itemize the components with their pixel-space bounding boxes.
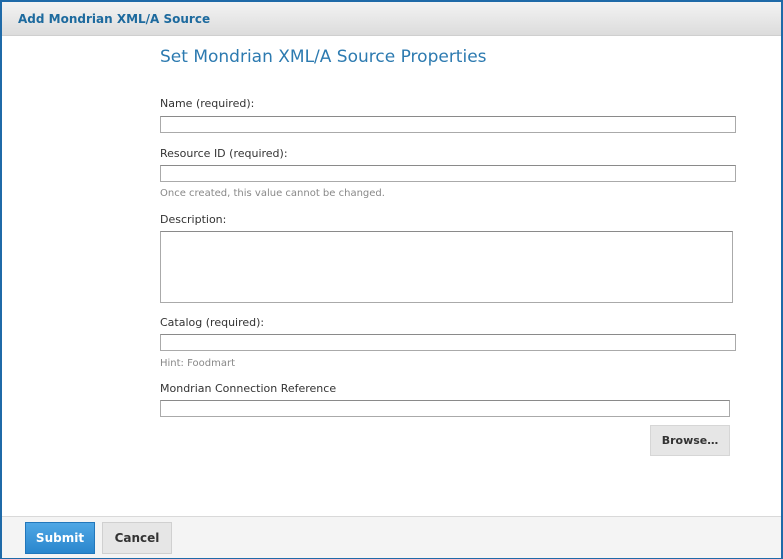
name-label: Name (required): [160, 97, 255, 110]
catalog-label: Catalog (required): [160, 316, 265, 329]
connection-ref-label: Mondrian Connection Reference [160, 382, 337, 395]
resource-id-hint: Once created, this value cannot be chang… [160, 188, 385, 199]
cancel-button[interactable]: Cancel [102, 522, 172, 554]
catalog-input[interactable] [160, 334, 736, 351]
browse-button[interactable]: Browse… [650, 425, 730, 456]
connection-ref-input[interactable] [160, 400, 730, 417]
resource-id-input[interactable] [160, 165, 736, 182]
name-input[interactable] [160, 116, 736, 133]
dialog-footer: Submit Cancel [2, 516, 781, 558]
description-label: Description: [160, 213, 227, 226]
dialog-titlebar: Add Mondrian XML/A Source [2, 2, 781, 36]
dialog-title: Add Mondrian XML/A Source [18, 12, 211, 26]
submit-button[interactable]: Submit [25, 522, 95, 554]
form-heading: Set Mondrian XML/A Source Properties [160, 47, 487, 67]
dialog-window: Add Mondrian XML/A Source Set Mondrian X… [0, 0, 783, 559]
catalog-hint: Hint: Foodmart [160, 358, 235, 369]
resource-id-label: Resource ID (required): [160, 147, 288, 160]
description-textarea[interactable] [160, 231, 733, 303]
